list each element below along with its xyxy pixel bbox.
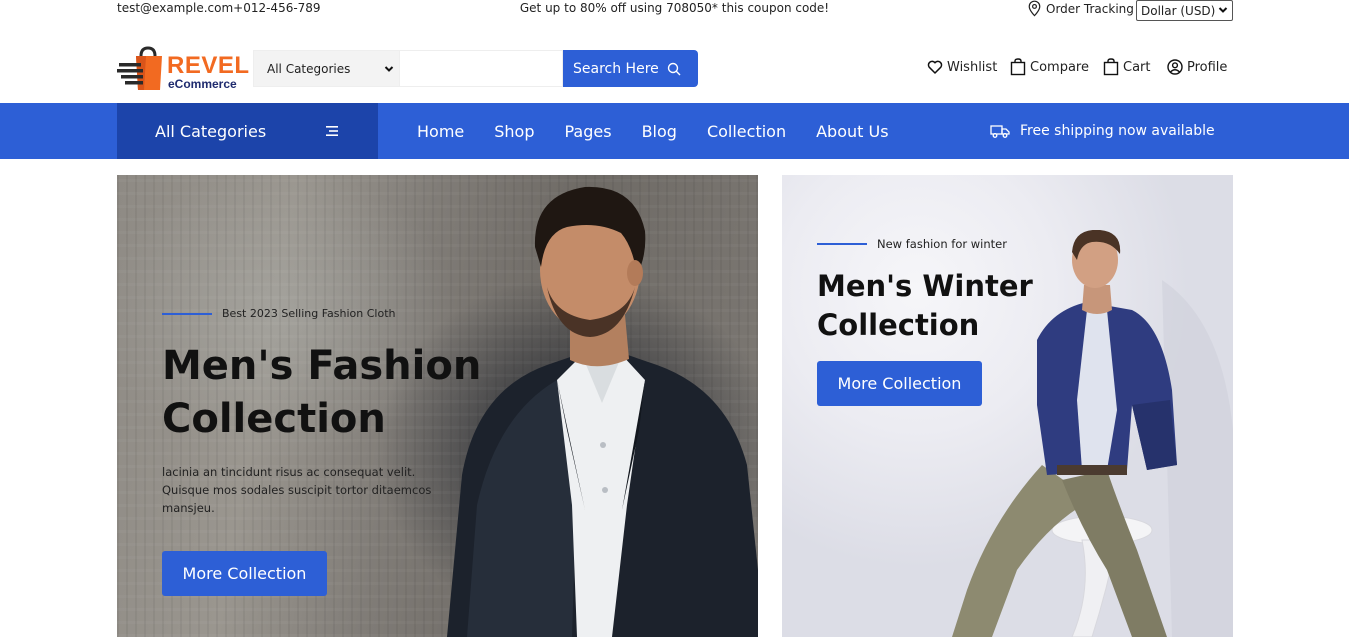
compare-bag-icon: [1010, 58, 1026, 76]
currency-select[interactable]: Dollar (USD): [1136, 0, 1233, 21]
logo-tagline: eCommerce: [168, 77, 237, 91]
all-categories-label: All Categories: [155, 121, 267, 141]
compare-label: Compare: [1030, 59, 1089, 75]
hero-right-eyebrow-text: New fashion for winter: [877, 237, 1007, 251]
nav-item-collection[interactable]: Collection: [707, 122, 786, 141]
wishlist-label: Wishlist: [947, 59, 998, 75]
hero-banner-winter-collection: New fashion for winter Men's Winter Coll…: [782, 175, 1233, 637]
more-collection-button[interactable]: More Collection: [817, 361, 982, 406]
order-tracking-link[interactable]: Order Tracking: [1027, 0, 1134, 17]
nav-item-blog[interactable]: Blog: [642, 122, 677, 141]
hero-eyebrow: Best 2023 Selling Fashion Cloth: [162, 307, 395, 320]
profile-label: Profile: [1187, 59, 1228, 75]
hero-description: lacinia an tincidunt risus ac consequat …: [162, 465, 432, 515]
all-categories-toggle[interactable]: All Categories: [117, 103, 378, 159]
compare-link[interactable]: Compare: [1010, 58, 1089, 76]
nav-item-pages[interactable]: Pages: [565, 122, 612, 141]
nav-items: Home Shop Pages Blog Collection About Us: [402, 103, 904, 159]
main-nav: All Categories Home Shop Pages Blog Coll…: [0, 103, 1349, 159]
currency-value: Dollar (USD): [1141, 3, 1216, 18]
chevron-down-icon: [1218, 7, 1228, 13]
free-shipping-notice: Free shipping now available: [990, 103, 1215, 159]
hero-right-eyebrow: New fashion for winter: [817, 237, 1007, 251]
hero-title: Men's Fashion Collection: [162, 343, 482, 442]
menu-icon: [326, 126, 338, 136]
truck-icon: [990, 125, 1010, 138]
hero-banner-mens-fashion: Best 2023 Selling Fashion Cloth Men's Fa…: [117, 175, 758, 637]
more-collection-button[interactable]: More Collection: [162, 551, 327, 596]
cart-label: Cart: [1123, 59, 1151, 75]
location-pin-icon: [1028, 0, 1041, 17]
eyebrow-line: [817, 243, 867, 245]
hero-right-title: Men's Winter Collection: [817, 269, 1033, 342]
nav-item-shop[interactable]: Shop: [494, 122, 534, 141]
heart-icon: [927, 60, 943, 74]
order-tracking-label: Order Tracking: [1046, 1, 1134, 16]
user-circle-icon: [1167, 59, 1183, 75]
profile-link[interactable]: Profile: [1167, 58, 1227, 76]
cart-link[interactable]: Cart: [1103, 58, 1151, 76]
cart-bag-icon: [1103, 58, 1119, 76]
nav-item-home[interactable]: Home: [417, 122, 464, 141]
nav-item-about-us[interactable]: About Us: [816, 122, 888, 141]
eyebrow-line: [162, 312, 212, 315]
hero-eyebrow-text: Best 2023 Selling Fashion Cloth: [222, 307, 396, 320]
header-links: Wishlist Compare Cart Profile: [0, 58, 1349, 78]
free-shipping-text: Free shipping now available: [1020, 123, 1215, 139]
wishlist-link[interactable]: Wishlist: [927, 58, 997, 76]
